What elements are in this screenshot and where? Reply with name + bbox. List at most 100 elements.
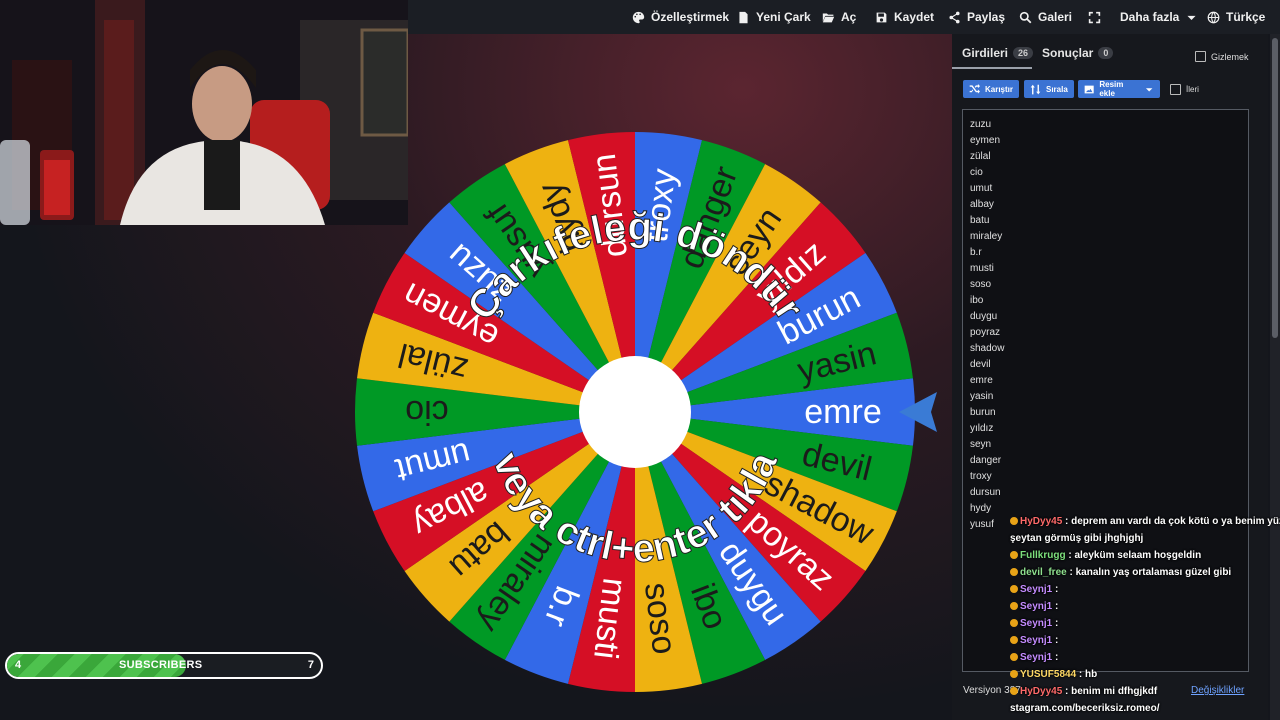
entries-count-badge: 26 (1013, 47, 1034, 59)
chat-text: : (1055, 652, 1059, 663)
more-menu[interactable]: Daha fazla (1120, 0, 1198, 34)
active-tab-indicator (952, 67, 1032, 69)
entry-item: yıldız (970, 423, 994, 434)
page-scrollbar[interactable] (1270, 34, 1280, 720)
chat-username: HyDyy45 (1020, 516, 1066, 527)
chat-message: devil_free : kanalın yaş ortalaması güze… (1010, 567, 1231, 578)
chat-badge-icon (1010, 551, 1018, 560)
chat-badge-icon (1010, 636, 1018, 645)
entry-item: dursun (970, 487, 1001, 498)
wheel-center[interactable] (579, 356, 691, 468)
results-count-badge: 0 (1098, 47, 1114, 59)
chat-message: şeytan görmüş gibi jhghjghj (1010, 533, 1143, 544)
scrollbar-thumb[interactable] (1272, 38, 1278, 338)
new-wheel-label: Yeni Çark (756, 10, 811, 24)
save-button[interactable]: Kaydet (875, 0, 934, 34)
new-wheel-button[interactable]: Yeni Çark (737, 0, 811, 34)
share-label: Paylaş (967, 10, 1006, 24)
chevron-down-icon (1145, 87, 1153, 91)
tab-entries-label: Girdileri (962, 46, 1009, 60)
changes-link[interactable]: Değişiklikler (1191, 685, 1244, 696)
chat-badge-icon (1010, 653, 1018, 662)
hide-toggle[interactable]: Gizlemek (1195, 51, 1249, 62)
chat-message: HyDyy45 : deprem anı vardı da çok kötü o… (1010, 516, 1280, 527)
chat-badge-icon (1010, 670, 1018, 679)
language-select[interactable]: Türkçe (1207, 0, 1265, 34)
entry-item: danger (970, 455, 1002, 466)
chat-username: Seynj1 (1020, 652, 1056, 663)
customize-button[interactable]: Özelleştirmek (632, 0, 729, 34)
chat-text: : (1055, 618, 1059, 629)
tab-entries[interactable]: Girdileri 26 (962, 46, 1034, 60)
tab-results-label: Sonuçlar (1042, 46, 1094, 60)
chat-badge-icon (1010, 585, 1018, 594)
chat-message: Seynj1 : (1010, 618, 1058, 629)
sort-label: Sırala (1046, 84, 1068, 94)
share-button[interactable]: Paylaş (948, 0, 1005, 34)
entry-item: eymen (970, 135, 1001, 146)
entries-panel: Girdileri 26 Sonuçlar 0 Gizlemek Karıştı… (952, 34, 1268, 720)
streamer-image (0, 0, 408, 225)
entry-item: cio (970, 167, 983, 178)
hide-checkbox[interactable] (1195, 51, 1206, 62)
image-icon (1084, 85, 1094, 93)
chat-text: stagram.com/beceriksiz.romeo/ (1010, 703, 1160, 714)
shuffle-button[interactable]: Karıştır (963, 80, 1019, 98)
entries-textarea[interactable]: zuzu eymen zülal cio umut albay batu miraley b.r… (962, 109, 1249, 672)
chat-username: devil_free (1020, 567, 1070, 578)
entry-item: shadow (970, 343, 1005, 354)
chat-badge-icon (1010, 619, 1018, 628)
subscriber-label: SUBSCRIBERS (119, 659, 203, 671)
entry-item: seyn (970, 439, 992, 450)
chat-username: Seynj1 (1020, 618, 1056, 629)
entry-item: zuzu (970, 119, 992, 130)
save-label: Kaydet (894, 10, 935, 24)
palette-icon (632, 11, 645, 23)
advanced-checkbox[interactable] (1170, 84, 1181, 95)
chat-badge-icon (1010, 602, 1018, 611)
share-icon (949, 11, 960, 23)
chat-message: YUSUF5844 : hb (1010, 669, 1097, 680)
open-button[interactable]: Aç (822, 0, 856, 34)
fullscreen-button[interactable] (1088, 0, 1101, 34)
add-image-button[interactable]: Resim ekle (1078, 80, 1160, 98)
advanced-label: İleri (1186, 85, 1199, 94)
sort-icon (1030, 84, 1041, 94)
spin-wheel[interactable]: emredevilshadowpoyrazduyguibososomustib.… (340, 120, 940, 700)
chat-badge-icon (1010, 517, 1018, 526)
language-label: Türkçe (1226, 10, 1266, 24)
tab-results[interactable]: Sonuçlar 0 (1042, 46, 1114, 60)
chat-message: HyDyy45 : benim mi dfhgjkdf (1010, 686, 1157, 697)
entry-item: albay (970, 199, 994, 210)
folder-open-icon (822, 12, 835, 22)
webcam-overlay (0, 0, 408, 225)
gallery-label: Galeri (1038, 10, 1073, 24)
chat-username: Fullkrugg (1020, 550, 1069, 561)
chat-text: : (1055, 601, 1059, 612)
sort-button[interactable]: Sırala (1024, 80, 1074, 98)
file-icon (739, 11, 748, 23)
chat-text: : (1055, 635, 1059, 646)
entry-item: hydy (970, 503, 992, 514)
entry-item: soso (970, 279, 992, 290)
entry-item: ibo (970, 295, 984, 306)
chat-username: HyDyy45 (1020, 686, 1066, 697)
chat-text: : deprem anı vardı da çok kötü o ya beni… (1065, 516, 1280, 527)
entry-item: yasin (970, 391, 994, 402)
chat-username: Seynj1 (1020, 601, 1056, 612)
chat-text: : benim mi dfhgjkdf (1065, 686, 1158, 697)
chevron-down-icon (1187, 15, 1196, 20)
subscriber-current: 4 (15, 659, 22, 671)
shuffle-label: Karıştır (984, 84, 1013, 94)
chat-message: Seynj1 : (1010, 584, 1058, 595)
chat-username: Seynj1 (1020, 635, 1056, 646)
subscriber-goal: 7 (307, 659, 314, 671)
chat-text: şeytan görmüş gibi jhghjghj (1010, 533, 1144, 544)
chat-username: YUSUF5844 (1020, 669, 1079, 680)
entry-item: musti (970, 263, 994, 274)
gallery-button[interactable]: Galeri (1019, 0, 1072, 34)
entry-item: emre (970, 375, 993, 386)
chat-message: Seynj1 : (1010, 635, 1058, 646)
globe-icon (1207, 11, 1220, 23)
advanced-toggle[interactable]: İleri (1170, 84, 1199, 95)
